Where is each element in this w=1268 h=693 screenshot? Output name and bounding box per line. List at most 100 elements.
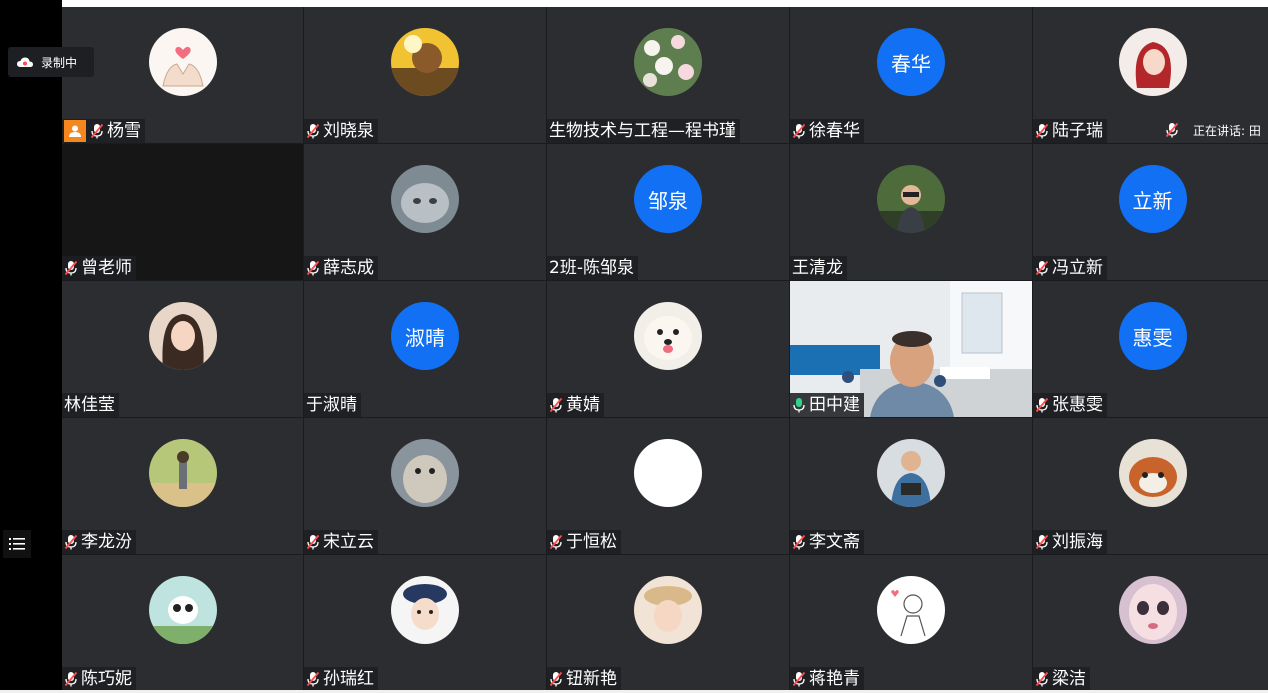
participant-tile[interactable]: 钮新艳 xyxy=(547,555,789,691)
mic-muted-icon xyxy=(1035,671,1049,687)
participant-tile[interactable]: 春华徐春华 xyxy=(790,7,1032,143)
name-label: 梁洁 xyxy=(1033,667,1090,691)
name-label: 林佳莹 xyxy=(62,393,119,417)
participant-tile[interactable]: 林佳莹 xyxy=(62,281,303,417)
mic-muted-icon xyxy=(549,671,563,687)
participant-name: 徐春华 xyxy=(809,121,860,141)
mic-muted-icon xyxy=(1165,122,1179,138)
participant-name: 冯立新 xyxy=(1052,258,1103,278)
avatar xyxy=(1118,439,1187,507)
participant-name: 林佳莹 xyxy=(64,395,115,415)
avatar: 惠雯 xyxy=(1118,302,1187,370)
participant-name: 孙瑞红 xyxy=(323,669,374,689)
mic-muted-icon xyxy=(1035,260,1049,276)
recording-label: 录制中 xyxy=(41,55,78,70)
avatar xyxy=(391,28,459,96)
participant-tile[interactable]: 李文斋 xyxy=(790,418,1032,554)
participant-tile[interactable]: 孙瑞红 xyxy=(304,555,546,691)
participant-tile[interactable]: 薛志成 xyxy=(304,144,546,280)
mic-muted-icon xyxy=(792,123,806,139)
mic-muted-icon xyxy=(1035,534,1049,550)
participant-tile[interactable]: 宋立云 xyxy=(304,418,546,554)
participant-list-button[interactable] xyxy=(3,530,31,558)
participant-tile[interactable]: 李龙汾 xyxy=(62,418,303,554)
mic-muted-icon xyxy=(792,671,806,687)
participant-tile[interactable]: 田中建 xyxy=(790,281,1032,417)
name-label: 孙瑞红 xyxy=(304,667,378,691)
participant-tile[interactable]: 杨雪 xyxy=(62,7,303,143)
participant-tile[interactable]: 淑晴于淑晴 xyxy=(304,281,546,417)
name-label: 刘晓泉 xyxy=(304,119,378,143)
mic-muted-icon xyxy=(64,534,78,550)
participant-tile[interactable]: 陈巧妮 xyxy=(62,555,303,691)
list-icon xyxy=(9,538,25,550)
participant-tile[interactable]: 惠雯 张惠雯 xyxy=(1033,281,1268,417)
participant-tile[interactable]: 邹泉 2班-陈邹泉 xyxy=(547,144,789,280)
name-label: 生物技术与工程—程书瑾 xyxy=(547,119,740,143)
participant-tile[interactable]: 王清龙 xyxy=(790,144,1032,280)
participant-name: 陆子瑞 xyxy=(1052,121,1103,141)
participant-grid: 杨雪 刘晓泉 生物技术与工程—程书瑾 春华 徐春华 陆子瑞 曾老师 薛志成 邹泉 2班-陈邹泉 王清… xyxy=(62,7,1268,691)
name-label: 钮新艳 xyxy=(547,667,621,691)
name-label: 张惠雯 xyxy=(1033,393,1107,417)
participant-name: 刘晓泉 xyxy=(323,121,374,141)
avatar xyxy=(877,165,945,233)
name-label: 田中建 xyxy=(790,393,864,417)
participant-name: 田中建 xyxy=(809,395,860,415)
top-edge xyxy=(62,0,1268,7)
avatar xyxy=(391,439,459,507)
participant-name: 梁洁 xyxy=(1052,669,1086,689)
avatar xyxy=(148,302,217,370)
mic-muted-icon xyxy=(64,671,78,687)
participant-name: 薛志成 xyxy=(323,258,374,278)
name-label: 陆子瑞 xyxy=(1033,119,1107,143)
name-label: 于淑晴 xyxy=(304,393,361,417)
avatar: 淑晴 xyxy=(391,302,459,370)
name-label: 陈巧妮 xyxy=(62,667,136,691)
mic-muted-icon xyxy=(306,534,320,550)
participant-tile[interactable]: 于恒松 xyxy=(547,418,789,554)
mic-muted-icon xyxy=(306,123,320,139)
avatar xyxy=(877,576,945,644)
avatar xyxy=(148,576,217,644)
name-label: 杨雪 xyxy=(62,119,145,143)
participant-name: 李龙汾 xyxy=(81,532,132,552)
avatar xyxy=(634,302,702,370)
name-label: 黄婧 xyxy=(547,393,604,417)
mic-muted-icon xyxy=(549,397,563,413)
mic-muted-icon xyxy=(549,534,563,550)
name-label: 蒋艳青 xyxy=(790,667,864,691)
name-label: 李文斋 xyxy=(790,530,864,554)
participant-tile[interactable]: 刘振海 xyxy=(1033,418,1268,554)
recording-indicator[interactable]: 录制中 xyxy=(8,47,94,77)
participant-name: 李文斋 xyxy=(809,532,860,552)
participant-tile[interactable]: 梁洁 xyxy=(1033,555,1268,691)
participant-tile[interactable]: 黄婧 xyxy=(547,281,789,417)
participant-name: 生物技术与工程—程书瑾 xyxy=(549,121,736,141)
mic-muted-icon xyxy=(792,534,806,550)
mic-muted-icon xyxy=(306,671,320,687)
speaking-indicator: 正在讲话: 田 xyxy=(1153,117,1268,143)
participant-name: 黄婧 xyxy=(566,395,600,415)
participant-tile[interactable]: 刘晓泉 xyxy=(304,7,546,143)
avatar xyxy=(148,439,217,507)
avatar xyxy=(148,28,217,96)
name-label: 于恒松 xyxy=(547,530,621,554)
participant-tile[interactable]: 蒋艳青 xyxy=(790,555,1032,691)
participant-tile[interactable]: 曾老师 xyxy=(62,144,303,280)
participant-tile[interactable]: 生物技术与工程—程书瑾 xyxy=(547,7,789,143)
name-label: 宋立云 xyxy=(304,530,378,554)
avatar xyxy=(877,439,945,507)
mic-muted-icon xyxy=(1035,397,1049,413)
speaking-label: 正在讲话: 田 xyxy=(1193,123,1261,138)
participant-name: 蒋艳青 xyxy=(809,669,860,689)
avatar: 春华 xyxy=(877,28,945,96)
participant-tile[interactable]: 立新 冯立新 xyxy=(1033,144,1268,280)
host-icon xyxy=(64,120,86,142)
mic-muted-icon xyxy=(90,123,104,139)
name-label: 刘振海 xyxy=(1033,530,1107,554)
participant-name: 钮新艳 xyxy=(566,669,617,689)
participant-name: 于恒松 xyxy=(566,532,617,552)
avatar xyxy=(391,576,459,644)
mic-muted-icon xyxy=(64,260,78,276)
